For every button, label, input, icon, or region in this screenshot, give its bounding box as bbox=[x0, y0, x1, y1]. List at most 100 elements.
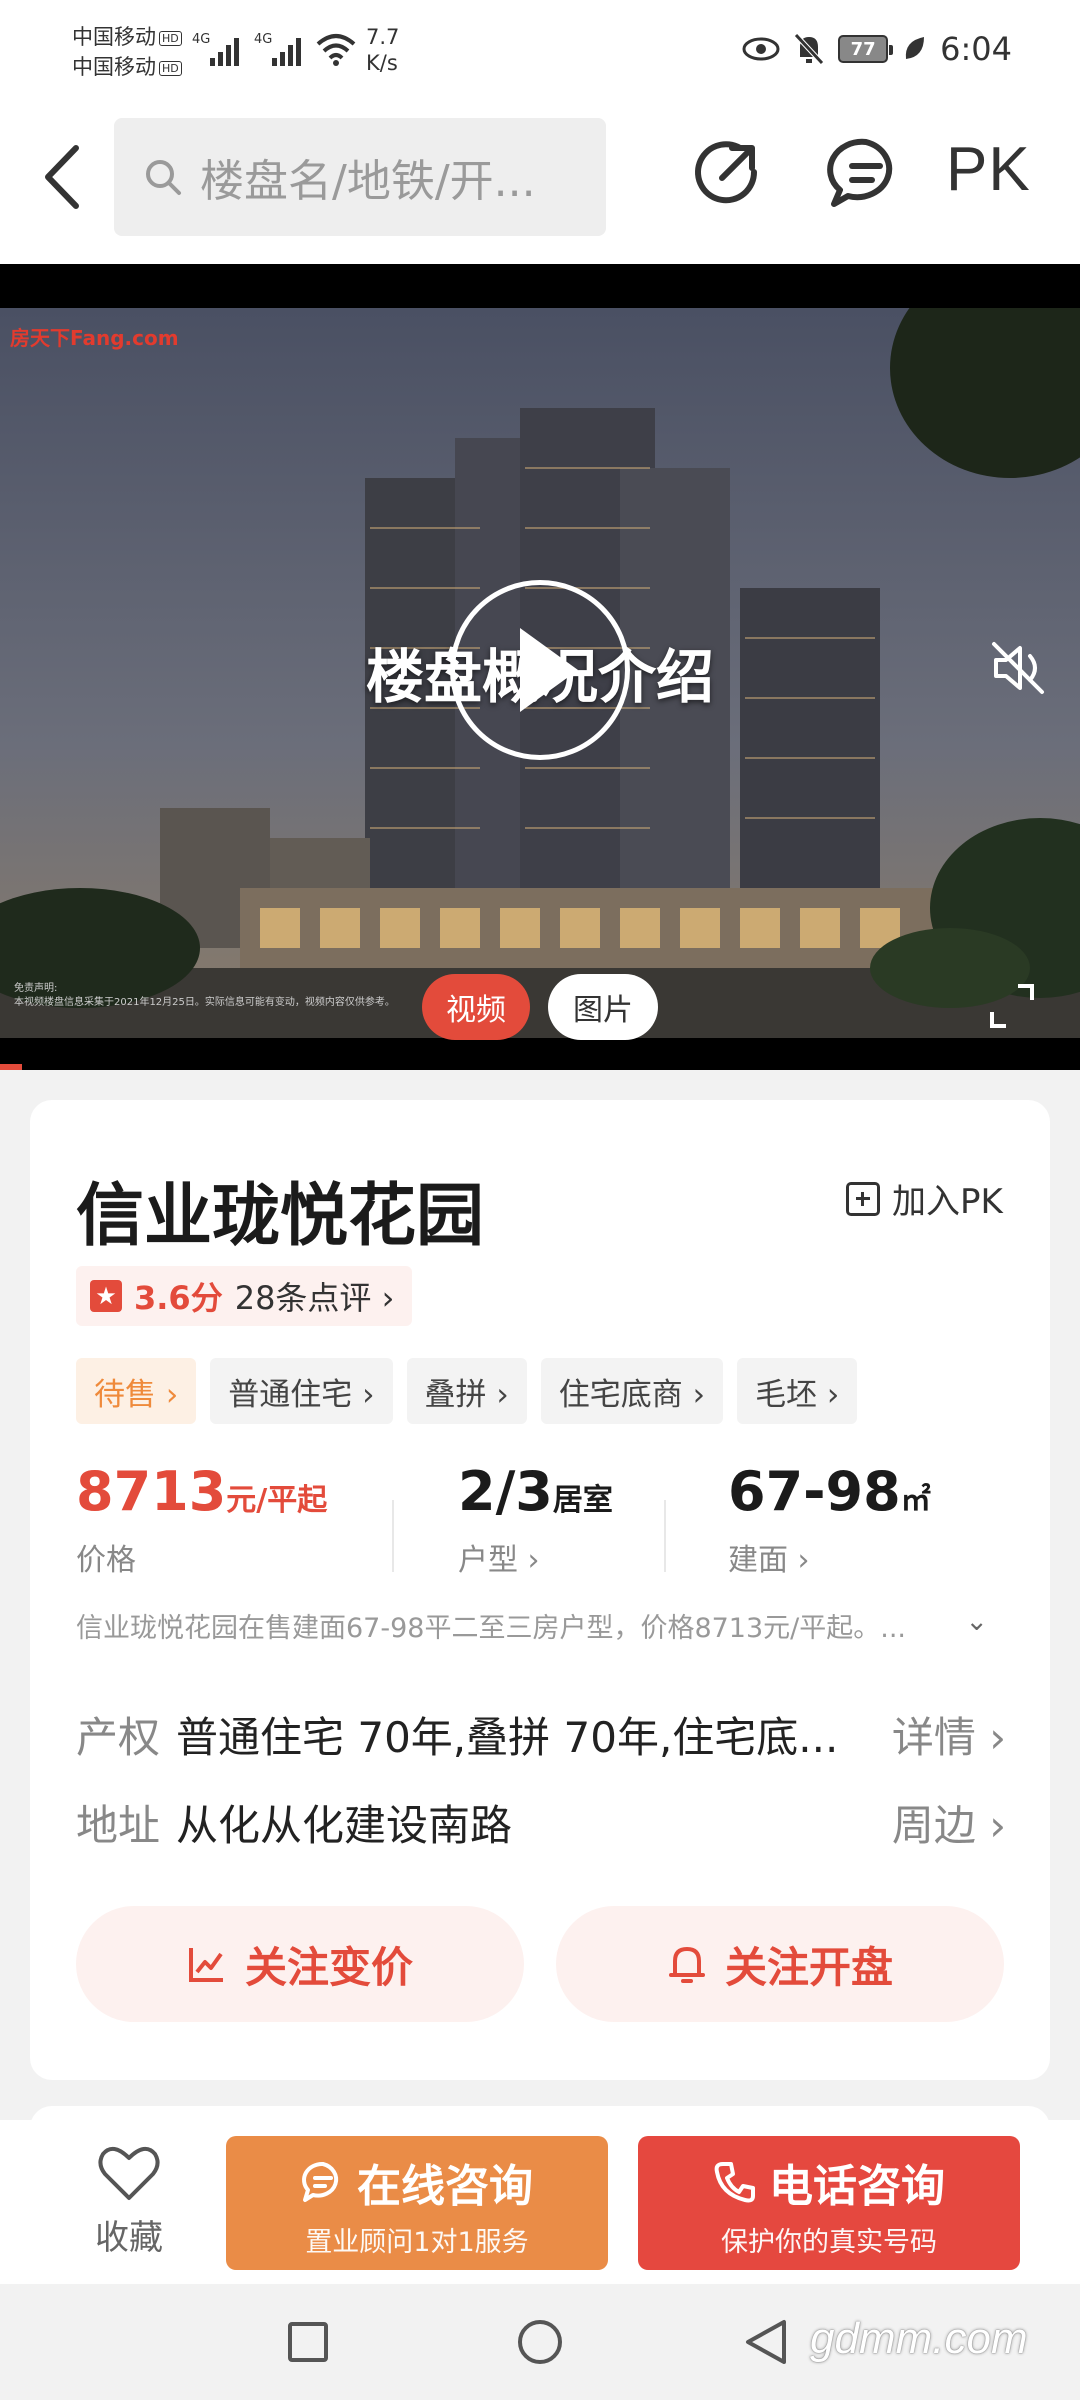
hd-badge-2: HD bbox=[159, 60, 182, 76]
message-icon[interactable] bbox=[826, 134, 906, 214]
heart-icon bbox=[98, 2146, 160, 2200]
home-icon[interactable] bbox=[516, 2318, 564, 2366]
ownership-label: 产权 bbox=[76, 1713, 161, 1762]
ownership-value: 普通住宅 70年,叠拼 70年,住宅底... bbox=[176, 1713, 839, 1762]
layout-label: 户型 › bbox=[458, 1543, 540, 1578]
ownership-row[interactable]: 产权 普通住宅 70年,叠拼 70年,住宅底... 详情 › bbox=[76, 1704, 1006, 1765]
carrier-1: 中国移动 bbox=[72, 25, 156, 49]
stat-area[interactable]: 67-98㎡ 建面 › bbox=[728, 1460, 931, 1579]
signal-icon-2 bbox=[272, 36, 306, 66]
share-icon[interactable] bbox=[686, 134, 766, 214]
area-unit: ㎡ bbox=[900, 1483, 931, 1518]
follow-price-label: 关注变价 bbox=[244, 1942, 413, 1992]
leaf-icon bbox=[905, 37, 925, 59]
speed-unit: K/s bbox=[366, 51, 398, 75]
property-name: 信业珑悦花园 bbox=[76, 1177, 485, 1256]
add-pk-label: 加入PK bbox=[892, 1182, 1003, 1222]
battery-icon: 77 bbox=[838, 35, 894, 63]
fullscreen-icon[interactable] bbox=[988, 982, 1036, 1030]
details-link[interactable]: 详情 › bbox=[892, 1704, 1006, 1765]
search-input[interactable]: 楼盘名/地铁/开... bbox=[114, 118, 606, 236]
favorite-label: 收藏 bbox=[95, 2218, 163, 2258]
follow-price-button[interactable]: 关注变价 bbox=[76, 1906, 524, 2022]
price-unit: 元/平起 bbox=[226, 1483, 328, 1518]
status-bar: 中国移动 HD 中国移动 HD 4G 4G 7.7 K/s 77 6:04 bbox=[0, 0, 1080, 106]
add-box-icon bbox=[846, 1181, 880, 1216]
pk-button[interactable]: PK bbox=[946, 134, 1031, 205]
network-type-2: 4G bbox=[254, 32, 273, 47]
video-progress bbox=[0, 1064, 22, 1070]
clock: 6:04 bbox=[940, 30, 1012, 68]
chat-icon bbox=[302, 2161, 339, 2202]
rating-badge[interactable]: ★ 3.6分 28条点评 › bbox=[76, 1266, 413, 1326]
eye-icon bbox=[742, 37, 780, 61]
chevron-down-icon: ⌄ bbox=[965, 1606, 988, 1637]
media-hero: 房天下Fang.com 楼盘概况介绍 免责声明: 本视频楼盘信息采集于2021年… bbox=[0, 264, 1080, 1070]
signal-icon-1 bbox=[210, 36, 244, 66]
tag-item[interactable]: 毛坯 › bbox=[737, 1358, 858, 1424]
property-info-card: 信业珑悦花园 加入PK ★ 3.6分 28条点评 › 待售 › 普通住宅 › 叠… bbox=[30, 1100, 1050, 2080]
area-label: 建面 › bbox=[728, 1543, 810, 1578]
online-consult-title: 在线咨询 bbox=[357, 2161, 533, 2212]
address-value: 从化从化建设南路 bbox=[176, 1801, 513, 1850]
favorite-button[interactable]: 收藏 bbox=[84, 2144, 174, 2259]
stat-price: 8713元/平起 价格 bbox=[76, 1460, 327, 1579]
bell-muted-icon bbox=[794, 33, 824, 65]
disclaimer-text: 本视频楼盘信息采集于2021年12月25日。实际信息可能有变动，视频内容仅供参考… bbox=[14, 997, 395, 1008]
wifi-icon bbox=[316, 34, 356, 66]
carrier-2: 中国移动 bbox=[72, 55, 156, 79]
divider bbox=[664, 1500, 666, 1572]
recent-apps-icon[interactable] bbox=[286, 2320, 330, 2364]
video-disclaimer: 免责声明: 本视频楼盘信息采集于2021年12月25日。实际信息可能有变动，视频… bbox=[14, 982, 395, 1010]
address-label: 地址 bbox=[76, 1801, 161, 1850]
tag-item[interactable]: 普通住宅 › bbox=[210, 1358, 393, 1424]
mute-icon[interactable] bbox=[988, 638, 1048, 698]
area-value: 67-98 bbox=[728, 1460, 901, 1523]
network-speed: 7.7 K/s bbox=[366, 24, 399, 76]
phone-consult-button[interactable]: 电话咨询 保护你的真实号码 bbox=[638, 2136, 1020, 2270]
divider bbox=[392, 1500, 394, 1572]
speed-value: 7.7 bbox=[366, 25, 400, 49]
stat-layout[interactable]: 2/3居室 户型 › bbox=[458, 1460, 613, 1579]
summary-text[interactable]: 信业珑悦花园在售建面67-98平二至三房户型，价格8713元/平起。... ⌄ bbox=[76, 1606, 1006, 1645]
carrier-info: 中国移动 HD 中国移动 HD bbox=[72, 22, 182, 82]
tag-item[interactable]: 叠拼 › bbox=[406, 1358, 527, 1424]
tab-video[interactable]: 视频 bbox=[422, 974, 530, 1040]
search-header: 楼盘名/地铁/开... PK bbox=[0, 106, 1080, 264]
layout-value: 2/3 bbox=[458, 1460, 553, 1523]
bottom-action-bar: 收藏 在线咨询 置业顾问1对1服务 电话咨询 保护你的真实号码 bbox=[0, 2120, 1080, 2284]
play-icon bbox=[520, 628, 578, 712]
back-arrow-icon[interactable] bbox=[38, 142, 88, 212]
disclaimer-title: 免责声明: bbox=[14, 983, 58, 994]
follow-open-label: 关注开盘 bbox=[724, 1942, 893, 1992]
star-icon: ★ bbox=[90, 1280, 122, 1312]
hd-badge-1: HD bbox=[159, 30, 182, 46]
price-value: 8713 bbox=[76, 1460, 227, 1523]
online-consult-button[interactable]: 在线咨询 置业顾问1对1服务 bbox=[226, 2136, 608, 2270]
review-count: 28条点评 › bbox=[234, 1279, 395, 1317]
summary-content: 信业珑悦花园在售建面67-98平二至三房户型，价格8713元/平起。... bbox=[76, 1613, 907, 1644]
price-label: 价格 bbox=[76, 1543, 136, 1578]
site-watermark: gdmm.com bbox=[810, 2314, 1028, 2363]
layout-unit: 居室 bbox=[552, 1483, 613, 1518]
network-type-1: 4G bbox=[192, 32, 211, 47]
phone-icon bbox=[714, 2162, 755, 2203]
bell-icon bbox=[668, 1947, 705, 1983]
key-stats: 8713元/平起 价格 2/3居室 户型 › 67-98㎡ 建面 › bbox=[76, 1460, 1006, 1590]
phone-consult-subtitle: 保护你的真实号码 bbox=[721, 2227, 937, 2258]
nearby-link[interactable]: 周边 › bbox=[892, 1792, 1006, 1853]
add-pk-button[interactable]: 加入PK bbox=[846, 1174, 1003, 1223]
chart-icon bbox=[188, 1948, 223, 1982]
phone-consult-title: 电话咨询 bbox=[769, 2161, 945, 2212]
online-consult-subtitle: 置业顾问1对1服务 bbox=[305, 2227, 529, 2258]
tag-list: 待售 › 普通住宅 › 叠拼 › 住宅底商 › 毛坯 › bbox=[76, 1358, 858, 1424]
address-row[interactable]: 地址 从化从化建设南路 周边 › bbox=[76, 1792, 1006, 1853]
tab-photo[interactable]: 图片 bbox=[548, 974, 658, 1040]
tag-status[interactable]: 待售 › bbox=[76, 1358, 197, 1424]
rating-score: 3.6分 bbox=[134, 1279, 223, 1317]
follow-open-button[interactable]: 关注开盘 bbox=[556, 1906, 1004, 2022]
status-right: 77 6:04 bbox=[742, 30, 1012, 68]
search-icon bbox=[146, 160, 181, 195]
tag-item[interactable]: 住宅底商 › bbox=[540, 1358, 724, 1424]
back-nav-icon[interactable] bbox=[744, 2318, 788, 2366]
